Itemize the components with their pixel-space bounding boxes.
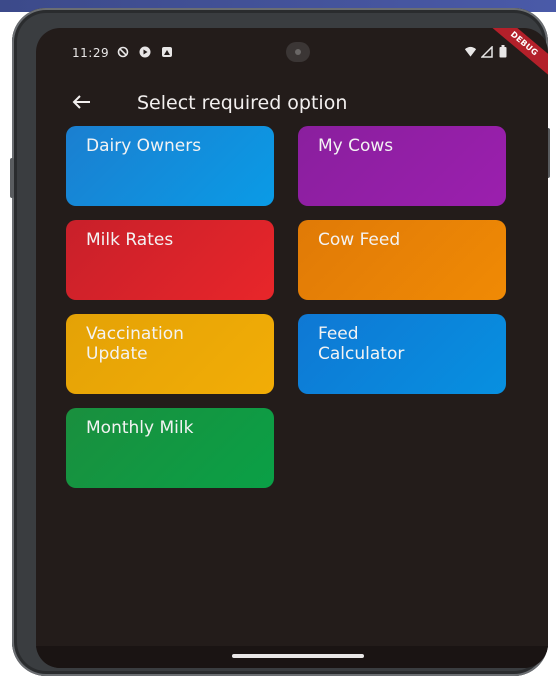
tile-milk-rates[interactable]: Milk Rates (66, 220, 274, 300)
vpn-icon (116, 45, 129, 58)
wifi-icon (464, 45, 477, 58)
tile-monthly-milk[interactable]: Monthly Milk (66, 408, 274, 488)
volume-button (10, 158, 14, 198)
tile-dairy-owners[interactable]: Dairy Owners (66, 126, 274, 206)
page-title: Select required option (137, 92, 348, 114)
app-bar: Select required option (36, 78, 548, 128)
signal-icon (480, 45, 493, 58)
tile-label: Vaccination Update (86, 324, 184, 364)
record-icon (138, 45, 151, 58)
tile-my-cows[interactable]: My Cows (298, 126, 506, 206)
phone-frame: 11:29 DEBUG Select required option Dairy… (10, 8, 550, 676)
tile-cow-feed[interactable]: Cow Feed (298, 220, 506, 300)
phone-screen: 11:29 DEBUG Select required option Dairy… (36, 28, 548, 668)
tile-label: Dairy Owners (86, 136, 202, 156)
tile-label: Milk Rates (86, 230, 174, 250)
tile-label: Feed Calculator (318, 324, 405, 364)
tile-label: Monthly Milk (86, 418, 194, 438)
tile-label: Cow Feed (318, 230, 401, 250)
status-time: 11:29 (72, 46, 110, 60)
arrow-left-icon[interactable] (70, 90, 94, 114)
tile-vaccination-update[interactable]: Vaccination Update (66, 314, 274, 394)
tile-label: My Cows (318, 136, 394, 156)
tile-feed-calculator[interactable]: Feed Calculator (298, 314, 506, 394)
notification-icon (160, 45, 173, 58)
battery-icon (496, 45, 509, 58)
front-camera (286, 42, 310, 62)
status-bar: 11:29 DEBUG (36, 28, 548, 83)
home-indicator[interactable] (232, 654, 364, 658)
